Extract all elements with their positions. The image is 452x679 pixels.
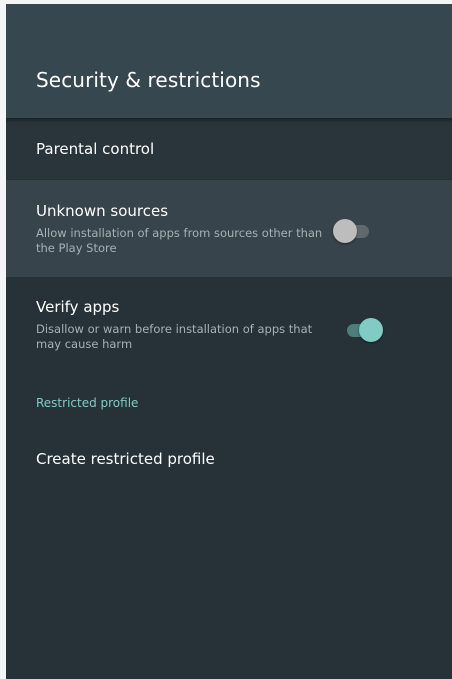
verify-apps-label: Verify apps: [36, 298, 120, 316]
restricted-profile-category: Restricted profile: [36, 396, 139, 410]
settings-header: Security & restrictions: [6, 4, 452, 118]
verify-apps-summary: Disallow or warn before installation of …: [36, 322, 313, 351]
unknown-sources-item[interactable]: Unknown sources Allow installation of ap…: [6, 180, 452, 277]
page-title: Security & restrictions: [36, 68, 261, 92]
settings-panel: Security & restrictions Parental control…: [6, 4, 452, 679]
verify-apps-switch[interactable]: [343, 317, 383, 343]
unknown-sources-label: Unknown sources: [36, 202, 169, 220]
switch-thumb: [333, 219, 357, 243]
create-restricted-profile-label: Create restricted profile: [36, 450, 215, 468]
unknown-sources-summary: Allow installation of apps from sources …: [36, 226, 323, 255]
parental-control-label: Parental control: [36, 140, 155, 158]
verify-apps-item[interactable]: Verify apps Disallow or warn before inst…: [6, 278, 452, 368]
parental-control-item[interactable]: Parental control: [6, 122, 452, 179]
create-restricted-profile-item[interactable]: Create restricted profile: [6, 434, 452, 490]
unknown-sources-switch[interactable]: [333, 218, 373, 244]
switch-thumb: [359, 318, 383, 342]
